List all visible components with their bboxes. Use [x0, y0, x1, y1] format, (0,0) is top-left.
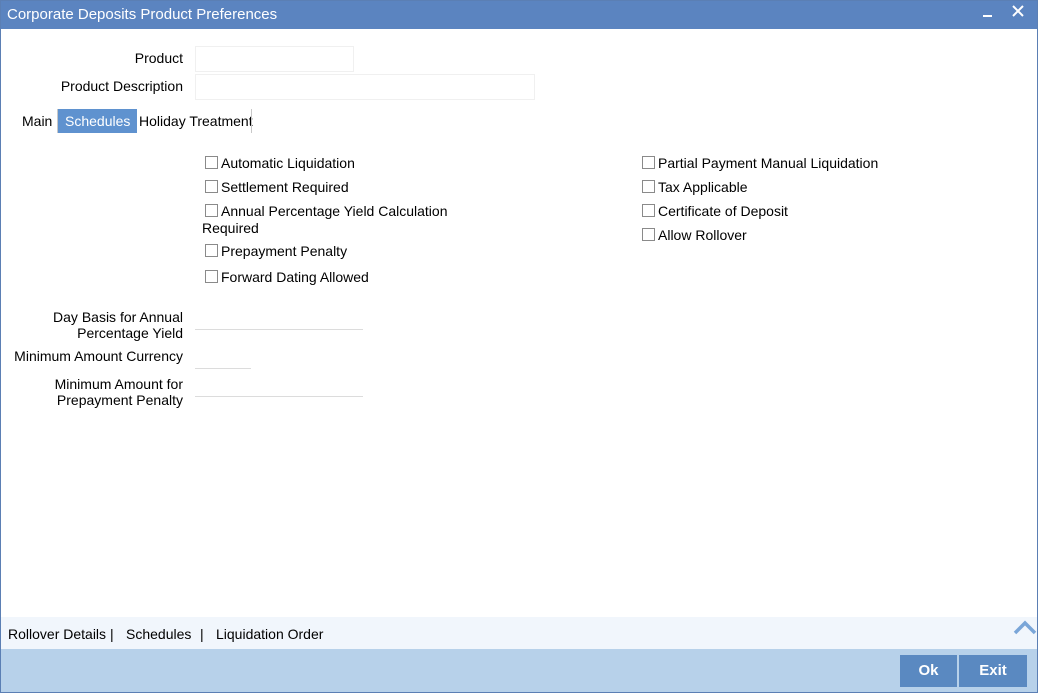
apy-calculation-label: Annual Percentage Yield Calculation — [221, 203, 448, 219]
partial-payment-checkbox[interactable] — [642, 156, 655, 169]
forward-dating-checkbox[interactable] — [205, 270, 218, 283]
min-amount-prepayment-label: Minimum Amount for Prepayment Penalty — [21, 376, 183, 408]
day-basis-input[interactable] — [195, 307, 363, 330]
schedules-link[interactable]: Schedules — [126, 626, 191, 642]
bottom-action-bar: Ok Exit — [1, 649, 1037, 692]
settlement-required-row: Settlement Required — [205, 179, 465, 195]
automatic-liquidation-row: Automatic Liquidation — [205, 155, 465, 171]
tab-schedules[interactable]: Schedules — [58, 109, 138, 133]
settlement-required-checkbox[interactable] — [205, 180, 218, 193]
product-label: Product — [134, 50, 183, 66]
forward-dating-label: Forward Dating Allowed — [221, 269, 369, 285]
tab-main[interactable]: Main — [15, 109, 59, 133]
certificate-of-deposit-row: Certificate of Deposit — [642, 203, 902, 219]
close-icon[interactable] — [1007, 1, 1031, 27]
prepayment-penalty-label: Prepayment Penalty — [221, 243, 348, 259]
minimize-icon[interactable] — [977, 1, 1001, 27]
prepayment-penalty-row: Prepayment Penalty — [205, 243, 465, 259]
certificate-of-deposit-label: Certificate of Deposit — [658, 203, 788, 219]
product-input[interactable] — [195, 46, 354, 72]
min-amount-label-line2: Prepayment Penalty — [56, 392, 183, 408]
apy-calculation-row: Annual Percentage Yield Calculation Requ… — [202, 203, 465, 237]
apy-calculation-checkbox[interactable] — [205, 204, 218, 217]
footer-links-bar: Rollover Details | Schedules | Liquidati… — [1, 617, 1037, 649]
certificate-of-deposit-checkbox[interactable] — [642, 204, 655, 217]
apy-calculation-label-line2: Required — [202, 220, 259, 236]
day-basis-label: Day Basis for Annual Percentage Yield — [21, 309, 183, 341]
min-amount-prepayment-input[interactable] — [195, 374, 363, 397]
tab-holiday-treatment[interactable]: Holiday Treatment — [132, 109, 260, 133]
product-preferences-window: Corporate Deposits Product Preferences P… — [0, 0, 1038, 693]
tax-applicable-checkbox[interactable] — [642, 180, 655, 193]
footer-separator: | — [200, 626, 204, 642]
allow-rollover-row: Allow Rollover — [642, 227, 902, 243]
tax-applicable-label: Tax Applicable — [658, 179, 748, 195]
ok-button[interactable]: Ok — [900, 655, 957, 687]
product-description-input[interactable] — [195, 74, 535, 100]
min-amount-currency-input[interactable] — [195, 346, 251, 369]
title-bar: Corporate Deposits Product Preferences — [1, 1, 1037, 29]
footer-separator: | — [110, 626, 114, 642]
automatic-liquidation-checkbox[interactable] — [205, 156, 218, 169]
min-amount-currency-label: Minimum Amount Currency — [14, 348, 183, 364]
tax-applicable-row: Tax Applicable — [642, 179, 902, 195]
exit-button[interactable]: Exit — [959, 655, 1027, 687]
min-amount-label-line1: Minimum Amount for — [54, 376, 183, 392]
automatic-liquidation-label: Automatic Liquidation — [221, 155, 355, 171]
forward-dating-row: Forward Dating Allowed — [205, 269, 465, 285]
allow-rollover-label: Allow Rollover — [658, 227, 747, 243]
product-description-label: Product Description — [60, 78, 183, 94]
liquidation-order-link[interactable]: Liquidation Order — [216, 626, 323, 642]
prepayment-penalty-checkbox[interactable] — [205, 244, 218, 257]
partial-payment-label: Partial Payment Manual Liquidation — [658, 155, 879, 171]
day-basis-label-line1: Day Basis for Annual — [53, 309, 183, 325]
tab-separator — [251, 109, 252, 133]
chevron-up-icon[interactable] — [1013, 619, 1037, 638]
settlement-required-label: Settlement Required — [221, 179, 349, 195]
allow-rollover-checkbox[interactable] — [642, 228, 655, 241]
window-title: Corporate Deposits Product Preferences — [7, 6, 278, 23]
partial-payment-row: Partial Payment Manual Liquidation — [642, 155, 902, 171]
rollover-details-link[interactable]: Rollover Details — [8, 626, 106, 642]
day-basis-label-line2: Percentage Yield — [77, 325, 183, 341]
